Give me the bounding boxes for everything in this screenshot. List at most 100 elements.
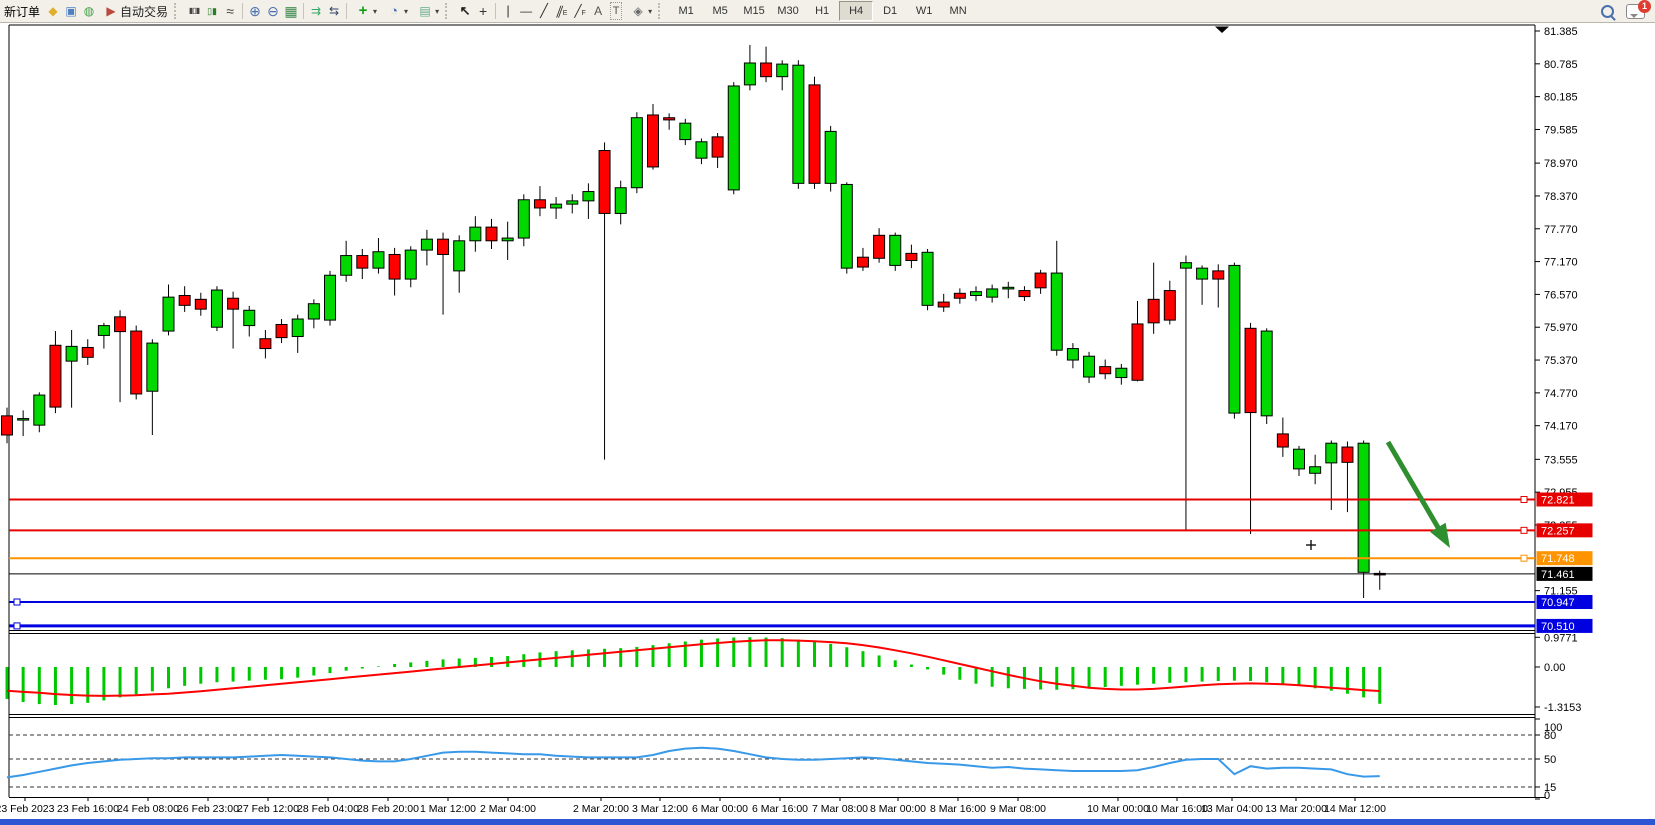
- time-axis-label: 9 Mar 08:00: [990, 803, 1046, 815]
- shapes-button[interactable]: ▾: [625, 1, 656, 21]
- toolbar-separator: [242, 3, 243, 19]
- candle-body: [1294, 449, 1305, 469]
- auto-scroll-icon[interactable]: [307, 3, 325, 19]
- zoom-out-icon[interactable]: [264, 3, 282, 19]
- candle-body: [50, 345, 61, 407]
- fibonacci-icon[interactable]: [571, 3, 589, 19]
- candle-body: [1326, 443, 1337, 463]
- crosshair-icon[interactable]: [474, 3, 492, 19]
- terminal-icon[interactable]: [62, 3, 80, 19]
- text-label-icon[interactable]: [607, 3, 625, 19]
- price-tick-label: 78.970: [1544, 158, 1578, 170]
- time-axis-label: 10 Mar 00:00: [1087, 803, 1149, 815]
- candle-body: [1261, 331, 1272, 416]
- bar-chart-icon[interactable]: [185, 3, 203, 19]
- timeframe-button-h4[interactable]: H4: [839, 1, 873, 21]
- candle-body: [260, 339, 271, 349]
- candle-body: [373, 252, 384, 268]
- timeframe-button-h1[interactable]: H1: [805, 1, 839, 21]
- signal-icon[interactable]: [80, 3, 98, 19]
- equidistant-channel-icon[interactable]: [553, 3, 571, 19]
- timeframe-button-m15[interactable]: M15: [737, 1, 771, 21]
- price-tick-label: 79.585: [1544, 124, 1578, 136]
- chart-canvas[interactable]: ▼ USOil-,H4 71.503 71.541 71.371 71.461 …: [0, 0, 1655, 825]
- price-tick-label: 77.770: [1544, 224, 1578, 236]
- candle-body: [971, 292, 982, 296]
- candle-body: [1245, 328, 1256, 412]
- horizontal-line-icon[interactable]: [517, 3, 535, 19]
- time-axis-label: 13 Mar 20:00: [1265, 803, 1327, 815]
- time-axis-label: 23 Feb 16:00: [57, 803, 119, 815]
- time-axis-label: 10 Mar 16:00: [1146, 803, 1208, 815]
- candle-body: [1051, 273, 1062, 350]
- line-handle[interactable]: [1521, 496, 1527, 502]
- line-handle[interactable]: [14, 599, 20, 605]
- candle-body: [987, 289, 998, 297]
- candle-body: [308, 304, 319, 319]
- line-handle[interactable]: [1521, 555, 1527, 561]
- periods-button[interactable]: ▾: [381, 1, 412, 21]
- line-handle[interactable]: [1521, 527, 1527, 533]
- candle-body: [809, 85, 820, 183]
- candle-body: [66, 346, 77, 361]
- price-tick-label: 74.170: [1544, 421, 1578, 433]
- candle-body: [1277, 434, 1288, 447]
- timeframe-button-m30[interactable]: M30: [771, 1, 805, 21]
- candle-body: [906, 253, 917, 260]
- candle-body: [1164, 291, 1175, 321]
- candle-body: [551, 204, 562, 208]
- timeframe-button-m5[interactable]: M5: [703, 1, 737, 21]
- indicators-button[interactable]: ▾: [350, 1, 381, 21]
- time-axis-label: 7 Mar 08:00: [812, 803, 868, 815]
- window-bottom-strip: [0, 819, 1655, 825]
- timeframe-button-d1[interactable]: D1: [873, 1, 907, 21]
- price-tick-label: 77.170: [1544, 257, 1578, 269]
- vertical-line-icon[interactable]: [499, 3, 517, 19]
- candle-body: [276, 324, 287, 337]
- candle-body: [179, 295, 190, 305]
- time-axis-label: 3 Mar 12:00: [632, 803, 688, 815]
- auto-trading-button[interactable]: 自动交易: [98, 1, 172, 21]
- timeframe-button-mn[interactable]: MN: [941, 1, 975, 21]
- coin-icon[interactable]: [44, 3, 62, 19]
- cursor-icon[interactable]: [456, 3, 474, 19]
- new-order-button[interactable]: 新订单: [0, 1, 44, 21]
- trendline-icon[interactable]: [535, 3, 553, 19]
- time-axis-label: 2 Mar 20:00: [573, 803, 629, 815]
- timeframe-button-m1[interactable]: M1: [669, 1, 703, 21]
- candlestick-chart-icon[interactable]: [203, 3, 221, 19]
- candle-body: [325, 275, 336, 320]
- text-icon[interactable]: [589, 3, 607, 19]
- candle-body: [18, 419, 29, 421]
- templates-button[interactable]: ▾: [412, 1, 443, 21]
- rsi-scale-label: 80: [1544, 730, 1556, 742]
- timeframe-button-w1[interactable]: W1: [907, 1, 941, 21]
- candle-body: [131, 331, 142, 394]
- price-tick-label: 73.555: [1544, 454, 1578, 466]
- line-handle[interactable]: [14, 623, 20, 629]
- candle-body: [583, 192, 594, 201]
- price-badge-label: 70.510: [1541, 621, 1575, 633]
- zoom-in-icon[interactable]: [246, 3, 264, 19]
- rsi-scale-label: 0: [1544, 790, 1550, 802]
- notifications-icon[interactable]: 1: [1626, 4, 1645, 19]
- price-tick-label: 74.770: [1544, 388, 1578, 400]
- clock-icon: [385, 3, 403, 19]
- line-chart-icon[interactable]: [221, 3, 239, 19]
- time-axis-label: 1 Mar 12:00: [420, 803, 476, 815]
- candle-body: [1342, 447, 1353, 462]
- search-icon[interactable]: [1601, 5, 1614, 18]
- candle-body: [728, 86, 739, 190]
- toolbar-separator: [346, 3, 347, 19]
- candle-body: [98, 326, 109, 336]
- candle-body: [1084, 356, 1095, 377]
- price-badge-label: 72.821: [1541, 494, 1575, 506]
- chart-shift-icon[interactable]: [325, 3, 343, 19]
- candle-body: [777, 64, 788, 77]
- tile-windows-icon[interactable]: [282, 3, 300, 19]
- macd-scale-label: -1.3153: [1544, 702, 1581, 714]
- candle-body: [534, 200, 545, 208]
- candle-body: [389, 254, 400, 279]
- toolbar-right: 1: [1601, 4, 1645, 19]
- price-badge-label: 70.947: [1541, 597, 1575, 609]
